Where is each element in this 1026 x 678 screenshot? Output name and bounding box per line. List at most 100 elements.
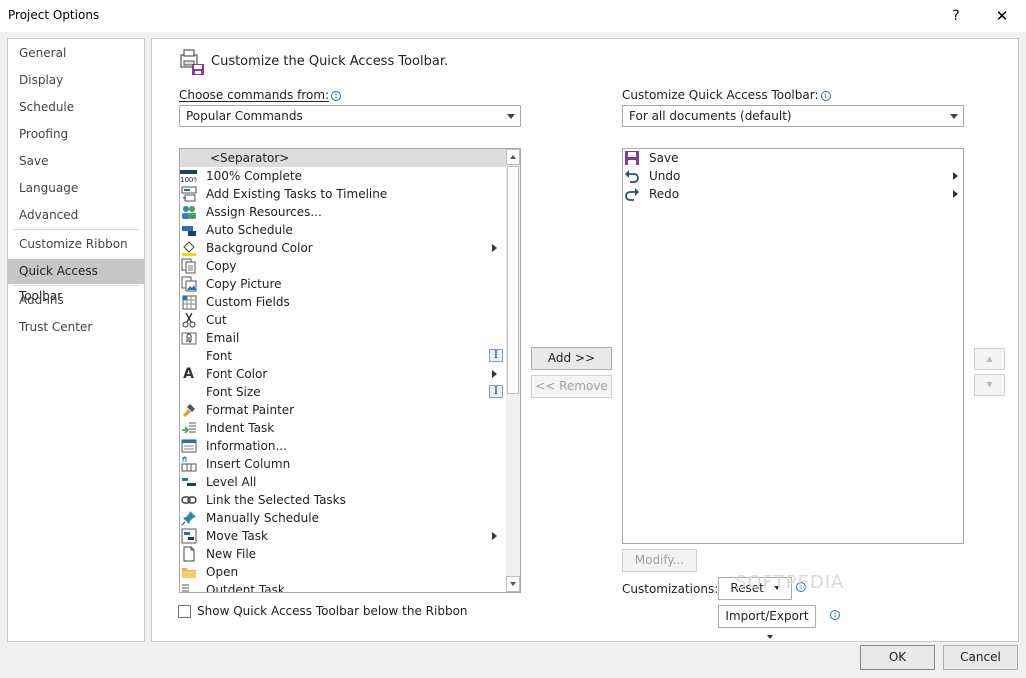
paperclip-icon <box>180 330 197 346</box>
cancel-button[interactable]: Cancel <box>943 645 1018 670</box>
info-icon[interactable]: i <box>331 91 342 101</box>
list-item[interactable]: Background Color <box>180 239 506 257</box>
customize-toolbar-dropdown[interactable]: For all documents (default) <box>622 105 964 127</box>
info-icon[interactable]: i <box>830 610 840 620</box>
list-item[interactable]: <Separator> <box>180 149 506 167</box>
list-item[interactable]: Link the Selected Tasks <box>180 491 506 509</box>
paint-bucket-icon <box>180 240 197 256</box>
copy-icon <box>180 258 197 274</box>
window-title: Project Options <box>8 8 100 22</box>
undo-icon <box>623 168 640 184</box>
show-below-ribbon-label[interactable]: Show Quick Access Toolbar below the Ribb… <box>197 604 468 618</box>
list-item[interactable]: New File <box>180 545 506 563</box>
indent-icon <box>180 420 197 436</box>
panel-heading: Customize the Quick Access Toolbar. <box>211 54 449 69</box>
help-button[interactable]: ? <box>933 0 979 32</box>
nav-item-customize-ribbon[interactable]: Customize Ribbon <box>8 232 144 257</box>
options-navigation: General Display Schedule Proofing Save L… <box>7 38 145 642</box>
remove-button[interactable]: << Remove <box>531 375 612 398</box>
ok-button[interactable]: OK <box>860 645 935 670</box>
submenu-arrow-icon <box>492 370 497 378</box>
insert-column-icon <box>180 456 197 472</box>
nav-item-display[interactable]: Display <box>8 68 144 93</box>
list-item[interactable]: Open <box>180 563 506 581</box>
choose-commands-dropdown[interactable]: Popular Commands <box>179 105 521 127</box>
move-task-icon <box>180 528 197 544</box>
information-icon <box>180 438 197 454</box>
list-item[interactable]: Copy <box>180 257 506 275</box>
nav-item-language[interactable]: Language <box>8 176 144 201</box>
level-all-icon <box>180 474 197 490</box>
move-up-button[interactable]: ▲ <box>974 348 1005 370</box>
people-icon <box>180 204 197 220</box>
nav-item-proofing[interactable]: Proofing <box>8 122 144 147</box>
font-color-icon: A <box>183 366 194 382</box>
help-icon: ? <box>952 8 960 24</box>
list-item[interactable]: Assign Resources... <box>180 203 506 221</box>
list-item[interactable]: Undo <box>623 167 963 185</box>
list-item[interactable]: Redo <box>623 185 963 203</box>
svg-text:100%: 100% <box>180 176 197 183</box>
scroll-up-button[interactable] <box>506 149 520 165</box>
choose-commands-label: Choose commands from: i <box>179 88 342 102</box>
list-item[interactable]: 100% 100% Complete <box>180 167 506 185</box>
import-export-button[interactable]: Import/Export <box>718 605 816 639</box>
list-item[interactable]: Insert Column <box>180 455 506 473</box>
quick-access-toolbar-panel: Customize the Quick Access Toolbar. Choo… <box>151 38 1019 642</box>
close-button[interactable]: ✕ <box>979 0 1025 32</box>
pushpin-icon <box>180 510 197 526</box>
nav-item-quick-access-toolbar[interactable]: Quick Access Toolbar <box>8 259 144 303</box>
save-icon <box>623 150 640 166</box>
custom-fields-icon <box>180 294 197 310</box>
list-item[interactable]: Cut <box>180 311 506 329</box>
list-item[interactable]: Format Painter <box>180 401 506 419</box>
list-item[interactable]: Manually Schedule <box>180 509 506 527</box>
list-item[interactable]: Add Existing Tasks to Timeline <box>180 185 506 203</box>
toolbar-commands-list[interactable]: Save Undo Redo <box>622 148 964 544</box>
auto-schedule-icon <box>180 222 197 238</box>
choose-commands-value: Popular Commands <box>186 109 303 123</box>
list-item[interactable]: A Font Color <box>180 365 506 383</box>
commands-scrollbar[interactable] <box>506 149 520 592</box>
new-file-icon <box>180 546 197 562</box>
nav-item-save[interactable]: Save <box>8 149 144 174</box>
submenu-arrow-icon <box>953 190 958 198</box>
list-item[interactable]: Information... <box>180 437 506 455</box>
list-item[interactable]: Save <box>623 149 963 167</box>
list-item[interactable]: Font I <box>180 347 506 365</box>
move-down-button[interactable]: ▼ <box>974 374 1005 396</box>
list-item[interactable]: Outdent Task <box>180 581 506 592</box>
customizations-label: Customizations: <box>622 582 719 596</box>
nav-item-schedule[interactable]: Schedule <box>8 95 144 120</box>
list-item[interactable]: Move Task <box>180 527 506 545</box>
list-item[interactable]: Custom Fields <box>180 293 506 311</box>
list-item[interactable]: Font Size I <box>180 383 506 401</box>
nav-item-general[interactable]: General <box>8 41 144 66</box>
percent-complete-icon: 100% <box>180 168 197 184</box>
scroll-down-button[interactable] <box>506 576 520 592</box>
scroll-thumb[interactable] <box>507 166 519 394</box>
folder-icon <box>180 564 197 580</box>
modify-button[interactable]: Modify... <box>622 549 697 572</box>
timeline-icon <box>180 186 197 202</box>
list-item[interactable]: Copy Picture <box>180 275 506 293</box>
nav-item-advanced[interactable]: Advanced <box>8 203 144 228</box>
customize-toolbar-label-text: Customize Quick Access Toolbar: <box>622 88 819 102</box>
chevron-down-icon <box>510 582 516 586</box>
list-item[interactable]: Email <box>180 329 506 347</box>
nav-item-add-ins[interactable]: Add-ins <box>8 288 144 313</box>
move-down-icon: ▼ <box>986 380 993 389</box>
title-bar: Project Options ? ✕ <box>0 0 1026 32</box>
copy-picture-icon <box>180 276 197 292</box>
show-below-ribbon-checkbox[interactable] <box>178 605 191 618</box>
info-icon[interactable]: i <box>820 91 831 101</box>
commands-list[interactable]: <Separator> 100% 100% Complete Add Exist… <box>179 148 521 593</box>
close-icon: ✕ <box>995 7 1009 25</box>
font-picker-icon: I <box>489 349 503 362</box>
add-button[interactable]: Add >> <box>531 347 612 370</box>
list-item[interactable]: Level All <box>180 473 506 491</box>
nav-item-trust-center[interactable]: Trust Center <box>8 315 144 340</box>
list-item[interactable]: Auto Schedule <box>180 221 506 239</box>
list-item[interactable]: Indent Task <box>180 419 506 437</box>
move-up-icon: ▲ <box>986 354 993 363</box>
